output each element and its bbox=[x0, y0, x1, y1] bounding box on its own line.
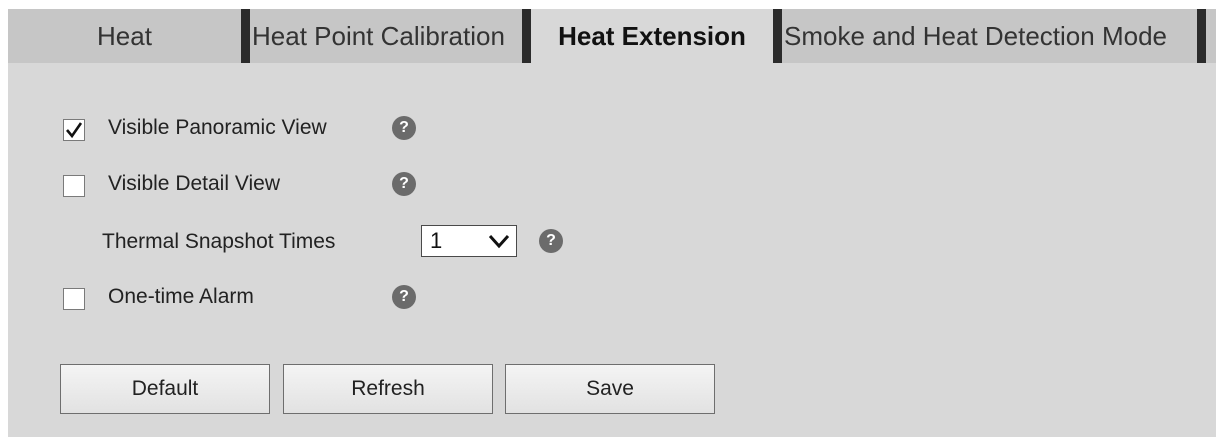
visible-detail-view-checkbox[interactable] bbox=[63, 175, 85, 197]
visible-panoramic-view-label: Visible Panoramic View bbox=[108, 116, 327, 139]
tab-heat-extension[interactable]: Heat Extension bbox=[531, 9, 773, 63]
default-button[interactable]: Default bbox=[60, 364, 270, 414]
tab-separator bbox=[522, 9, 531, 63]
help-icon[interactable]: ? bbox=[392, 116, 416, 140]
tab-separator bbox=[773, 9, 782, 63]
tab-smoke-and-heat-detection-mode[interactable]: Smoke and Heat Detection Mode bbox=[782, 9, 1197, 63]
tab-heat-point-calibration[interactable]: Heat Point Calibration bbox=[250, 9, 522, 63]
one-time-alarm-label: One-time Alarm bbox=[108, 285, 254, 308]
save-button[interactable]: Save bbox=[505, 364, 715, 414]
select-value: 1 bbox=[430, 228, 443, 253]
visible-detail-view-label: Visible Detail View bbox=[108, 172, 280, 195]
thermal-snapshot-times-label: Thermal Snapshot Times bbox=[102, 230, 336, 253]
visible-panoramic-view-checkbox[interactable] bbox=[63, 119, 85, 141]
tab-bar: Heat Heat Point Calibration Heat Extensi… bbox=[8, 9, 1216, 63]
chevron-down-icon bbox=[488, 234, 510, 249]
help-icon[interactable]: ? bbox=[392, 172, 416, 196]
checkmark-icon bbox=[66, 122, 82, 139]
one-time-alarm-checkbox[interactable] bbox=[63, 288, 85, 310]
settings-panel: Heat Heat Point Calibration Heat Extensi… bbox=[8, 9, 1216, 437]
help-icon[interactable]: ? bbox=[539, 229, 563, 253]
tab-heat[interactable]: Heat bbox=[8, 9, 241, 63]
tab-separator bbox=[1197, 9, 1206, 63]
tab-separator bbox=[241, 9, 250, 63]
thermal-snapshot-times-select[interactable]: 1 bbox=[421, 225, 517, 257]
refresh-button[interactable]: Refresh bbox=[283, 364, 493, 414]
help-icon[interactable]: ? bbox=[392, 285, 416, 309]
